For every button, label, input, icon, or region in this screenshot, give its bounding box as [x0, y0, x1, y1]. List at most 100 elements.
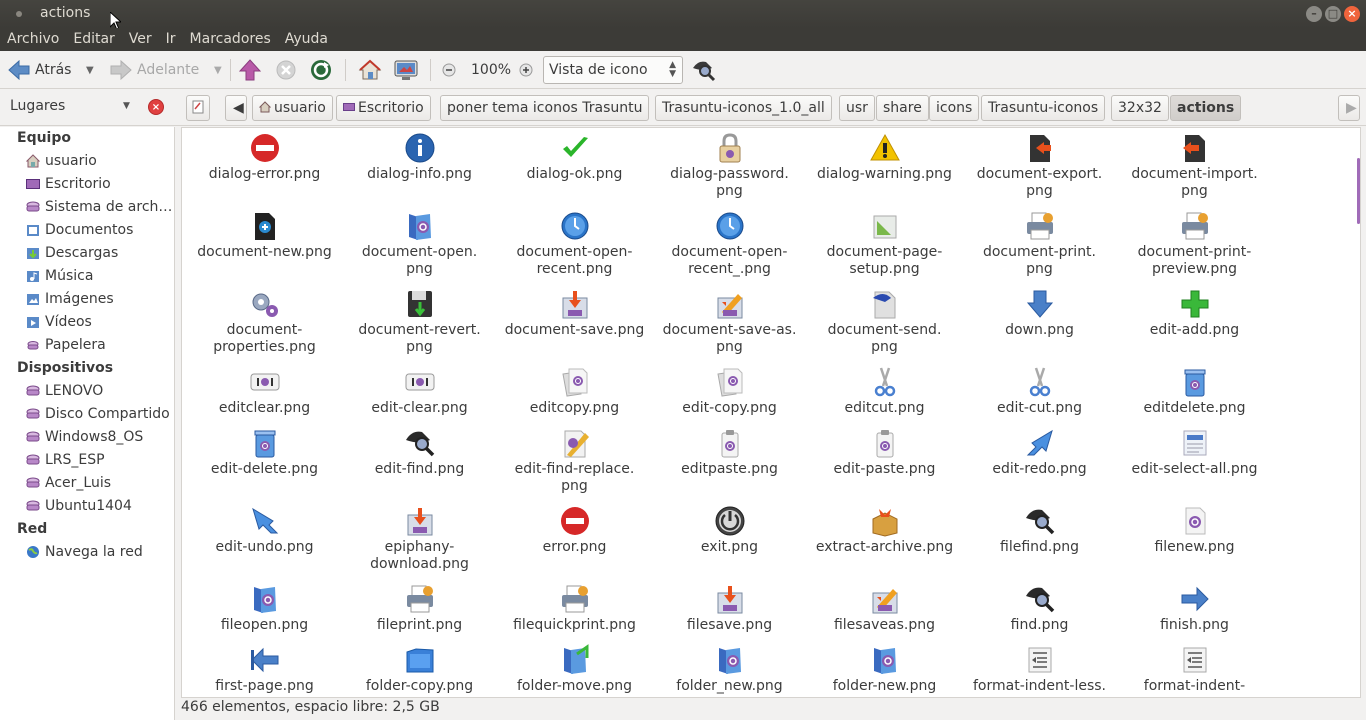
- file-item[interactable]: find.png: [962, 583, 1117, 644]
- file-item[interactable]: editcut.png: [807, 366, 962, 427]
- file-item[interactable]: edit-add.png: [1117, 288, 1272, 366]
- forward-history-dropdown[interactable]: ▼: [214, 51, 222, 89]
- breadcrumb-usr[interactable]: usr: [839, 95, 875, 121]
- file-item[interactable]: document-save.png: [497, 288, 652, 366]
- breadcrumb-share[interactable]: share: [876, 95, 929, 121]
- file-item[interactable]: dialog-password. png: [652, 132, 807, 210]
- file-item[interactable]: edit-copy.png: [652, 366, 807, 427]
- file-item[interactable]: document-save-as. png: [652, 288, 807, 366]
- file-item[interactable]: folder-move.png: [497, 644, 652, 697]
- menu-marcadores[interactable]: Marcadores: [183, 28, 278, 51]
- breadcrumb-usuario[interactable]: usuario: [252, 95, 333, 121]
- file-item[interactable]: filesaveas.png: [807, 583, 962, 644]
- file-item[interactable]: finish.png: [1117, 583, 1272, 644]
- file-item[interactable]: document-open. png: [342, 210, 497, 288]
- back-button[interactable]: Atrás: [8, 51, 71, 89]
- sidebar-item-papelera[interactable]: Papelera: [26, 335, 106, 355]
- home-button[interactable]: [358, 51, 382, 89]
- file-item[interactable]: dialog-info.png: [342, 132, 497, 210]
- file-item[interactable]: first-page.png: [187, 644, 342, 697]
- window-menu-icon[interactable]: [16, 11, 22, 17]
- sidebar-item-windows8-os[interactable]: Windows8_OS: [26, 427, 143, 447]
- file-item[interactable]: document-print. png: [962, 210, 1117, 288]
- file-item[interactable]: filefind.png: [962, 505, 1117, 583]
- file-item[interactable]: document-import. png: [1117, 132, 1272, 210]
- file-item[interactable]: editclear.png: [187, 366, 342, 427]
- up-button[interactable]: [239, 51, 261, 89]
- file-item[interactable]: document- properties.png: [187, 288, 342, 366]
- breadcrumb-trasuntu-iconos-all[interactable]: Trasuntu-iconos_1.0_all: [655, 95, 832, 121]
- view-mode-select[interactable]: Vista de icono ▲ ▼: [543, 56, 683, 84]
- file-item[interactable]: document-print- preview.png: [1117, 210, 1272, 288]
- breadcrumb-trasuntu-iconos[interactable]: Trasuntu-iconos: [981, 95, 1106, 121]
- file-item[interactable]: document-revert. png: [342, 288, 497, 366]
- file-item[interactable]: format-indent-: [1117, 644, 1272, 697]
- file-item[interactable]: edit-redo.png: [962, 427, 1117, 505]
- file-item[interactable]: dialog-ok.png: [497, 132, 652, 210]
- places-dropdown-icon[interactable]: ▼: [123, 101, 130, 111]
- sidebar-item-im-genes[interactable]: Imágenes: [26, 289, 114, 309]
- stop-button[interactable]: [276, 51, 296, 89]
- breadcrumb-scroll-left[interactable]: ◀: [225, 95, 247, 121]
- menu-ayuda[interactable]: Ayuda: [278, 28, 335, 51]
- sidebar-item-navega-la-red[interactable]: Navega la red: [26, 542, 143, 562]
- breadcrumb-escritorio[interactable]: Escritorio: [336, 95, 431, 121]
- file-item[interactable]: fileprint.png: [342, 583, 497, 644]
- search-button[interactable]: [690, 51, 716, 89]
- file-item[interactable]: editcopy.png: [497, 366, 652, 427]
- breadcrumb-icons[interactable]: icons: [929, 95, 980, 121]
- file-item[interactable]: dialog-error.png: [187, 132, 342, 210]
- file-item[interactable]: down.png: [962, 288, 1117, 366]
- sidebar-item-documentos[interactable]: Documentos: [26, 220, 133, 240]
- file-item[interactable]: filequickprint.png: [497, 583, 652, 644]
- close-sidebar-icon[interactable]: ×: [148, 99, 164, 115]
- computer-button[interactable]: [394, 51, 418, 89]
- zoom-level[interactable]: 100%: [471, 51, 511, 89]
- maximize-button[interactable]: □: [1325, 6, 1341, 22]
- file-item[interactable]: document-send. png: [807, 288, 962, 366]
- sidebar-item-lrs-esp[interactable]: LRS_ESP: [26, 450, 105, 470]
- back-history-dropdown[interactable]: ▼: [86, 51, 94, 89]
- sidebar-item-v-deos[interactable]: Vídeos: [26, 312, 92, 332]
- file-item[interactable]: edit-clear.png: [342, 366, 497, 427]
- zoom-in-button[interactable]: [519, 51, 533, 89]
- file-item[interactable]: exit.png: [652, 505, 807, 583]
- sidebar-item-sistema-de-arch[interactable]: Sistema de arch…: [26, 197, 172, 217]
- file-item[interactable]: document-open- recent_.png: [652, 210, 807, 288]
- close-button[interactable]: ×: [1344, 6, 1360, 22]
- breadcrumb-32x32[interactable]: 32x32: [1111, 95, 1169, 121]
- file-item[interactable]: edit-cut.png: [962, 366, 1117, 427]
- menu-ver[interactable]: Ver: [122, 28, 159, 51]
- sidebar-item-acer-luis[interactable]: Acer_Luis: [26, 473, 111, 493]
- sidebar-item-escritorio[interactable]: Escritorio: [26, 174, 111, 194]
- file-item[interactable]: dialog-warning.png: [807, 132, 962, 210]
- file-item[interactable]: edit-select-all.png: [1117, 427, 1272, 505]
- sidebar-item-m-sica[interactable]: Música: [26, 266, 93, 286]
- file-item[interactable]: document-new.png: [187, 210, 342, 288]
- menu-editar[interactable]: Editar: [66, 28, 121, 51]
- file-item[interactable]: extract-archive.png: [807, 505, 962, 583]
- sidebar-item-lenovo[interactable]: LENOVO: [26, 381, 103, 401]
- sidebar-item-disco-compartido[interactable]: Disco Compartido: [26, 404, 170, 424]
- file-item[interactable]: document-open- recent.png: [497, 210, 652, 288]
- file-item[interactable]: editpaste.png: [652, 427, 807, 505]
- zoom-out-button[interactable]: [442, 51, 456, 89]
- menu-archivo[interactable]: Archivo: [0, 28, 66, 51]
- file-item[interactable]: edit-find.png: [342, 427, 497, 505]
- file-item[interactable]: edit-find-replace. png: [497, 427, 652, 505]
- vertical-scrollbar[interactable]: [1357, 158, 1360, 224]
- file-item[interactable]: filenew.png: [1117, 505, 1272, 583]
- breadcrumb-scroll-right[interactable]: ▶: [1338, 95, 1360, 121]
- menu-ir[interactable]: Ir: [159, 28, 183, 51]
- forward-button[interactable]: Adelante: [110, 51, 199, 89]
- breadcrumb-actions[interactable]: actions: [1170, 95, 1242, 121]
- places-selector-label[interactable]: Lugares: [10, 98, 65, 114]
- minimize-button[interactable]: –: [1306, 6, 1322, 22]
- file-item[interactable]: document-export. png: [962, 132, 1117, 210]
- file-item[interactable]: folder-copy.png: [342, 644, 497, 697]
- sidebar-item-ubuntu1404[interactable]: Ubuntu1404: [26, 496, 132, 516]
- reload-button[interactable]: [310, 51, 332, 89]
- file-item[interactable]: edit-undo.png: [187, 505, 342, 583]
- toggle-location-entry-button[interactable]: [186, 95, 210, 121]
- file-item[interactable]: edit-delete.png: [187, 427, 342, 505]
